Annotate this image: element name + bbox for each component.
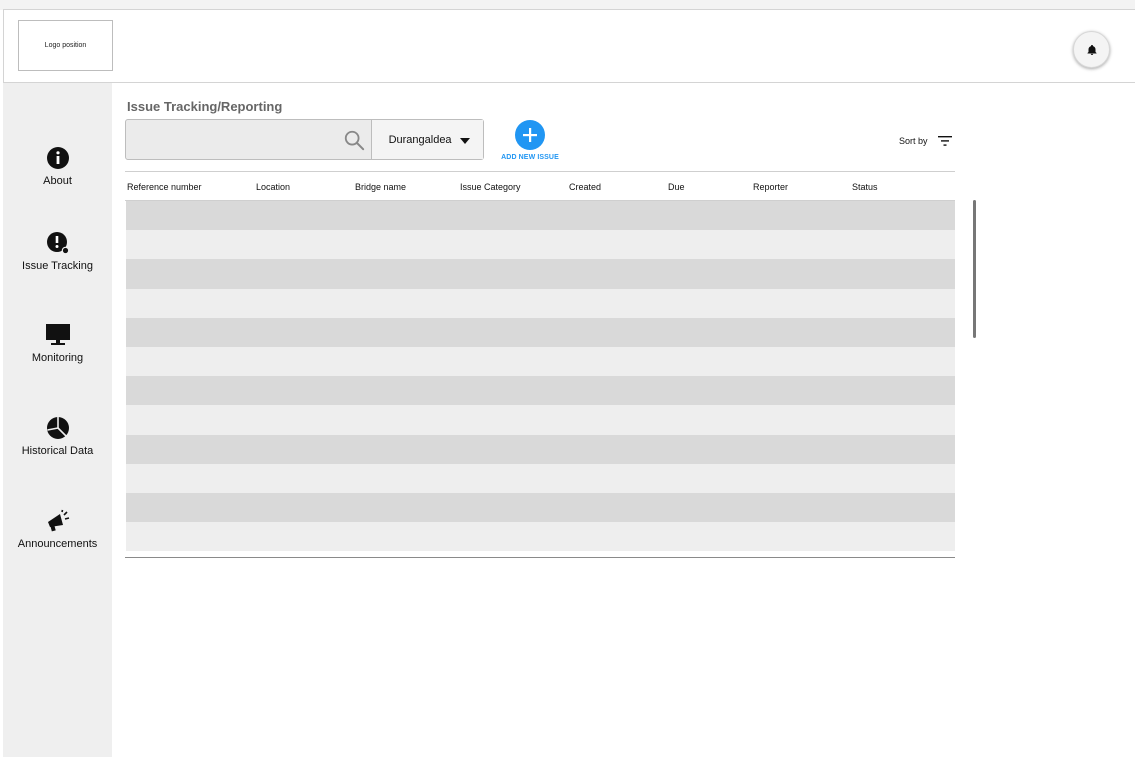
add-new-issue-button[interactable]: ADD NEW ISSUE	[497, 120, 563, 161]
search-bar: Durangaldea	[125, 119, 484, 160]
table-body	[126, 201, 955, 552]
table-row[interactable]	[126, 522, 955, 552]
column-header-reference-number[interactable]: Reference number	[127, 182, 202, 192]
sidebar-item-label: About	[43, 175, 72, 187]
sidebar-item-issue-tracking[interactable]: Issue Tracking	[3, 231, 112, 272]
table-bottom-border	[125, 557, 955, 558]
table-header: Reference number Location Bridge name Is…	[125, 172, 955, 201]
sidebar-item-about[interactable]: About	[3, 146, 112, 187]
info-icon	[46, 147, 69, 169]
table-row[interactable]	[126, 376, 955, 406]
issue-tracking-icon	[46, 232, 69, 255]
column-header-bridge-name[interactable]: Bridge name	[355, 182, 406, 192]
page-title: Issue Tracking/Reporting	[127, 99, 283, 114]
sidebar-item-announcements[interactable]: Announcements	[3, 509, 112, 550]
search-input[interactable]	[126, 120, 371, 159]
column-header-location[interactable]: Location	[256, 182, 290, 192]
sidebar: About Issue Tracking Monitoring Historic…	[3, 83, 112, 757]
filter-icon	[937, 136, 952, 146]
table-row[interactable]	[126, 463, 955, 493]
sidebar-item-monitoring[interactable]: Monitoring	[3, 323, 112, 364]
column-header-status[interactable]: Status	[852, 182, 878, 192]
sidebar-item-label: Historical Data	[21, 445, 94, 457]
column-header-created[interactable]: Created	[569, 182, 601, 192]
pie-chart-icon	[46, 417, 69, 439]
sort-by-button[interactable]: Sort by	[899, 136, 952, 146]
table-row[interactable]	[126, 492, 955, 523]
plus-icon	[523, 128, 537, 142]
add-issue-label: ADD NEW ISSUE	[501, 154, 559, 161]
add-issue-circle	[515, 120, 545, 150]
region-dropdown-value: Durangaldea	[388, 133, 452, 146]
column-header-reporter[interactable]: Reporter	[753, 182, 788, 192]
sidebar-item-label: Announcements	[17, 538, 98, 550]
table-row[interactable]	[126, 434, 955, 464]
logo-placeholder: Logo position	[18, 20, 113, 71]
sort-by-label: Sort by	[899, 136, 928, 146]
notifications-button[interactable]	[1073, 31, 1110, 68]
search-field-wrapper	[126, 120, 371, 159]
table-row[interactable]	[126, 230, 955, 260]
column-header-issue-category[interactable]: Issue Category	[460, 182, 521, 192]
chevron-down-icon	[460, 138, 470, 144]
table-row[interactable]	[126, 405, 955, 435]
table-row[interactable]	[126, 288, 955, 318]
table-row[interactable]	[126, 317, 955, 347]
table-row[interactable]	[126, 201, 955, 231]
region-dropdown[interactable]: Durangaldea	[370, 120, 483, 159]
search-icon[interactable]	[343, 129, 365, 151]
megaphone-icon	[47, 509, 69, 532]
table-scrollbar[interactable]	[973, 200, 976, 338]
sidebar-item-label: Issue Tracking	[22, 260, 93, 272]
table-row[interactable]	[126, 346, 955, 377]
monitor-icon	[45, 324, 70, 345]
app-header: Logo position	[3, 9, 1135, 83]
sidebar-item-label: Monitoring	[31, 352, 84, 364]
table-row[interactable]	[126, 259, 955, 289]
column-header-due[interactable]: Due	[668, 182, 685, 192]
sidebar-item-historical-data[interactable]: Historical Data	[3, 416, 112, 457]
bell-icon	[1087, 44, 1096, 55]
